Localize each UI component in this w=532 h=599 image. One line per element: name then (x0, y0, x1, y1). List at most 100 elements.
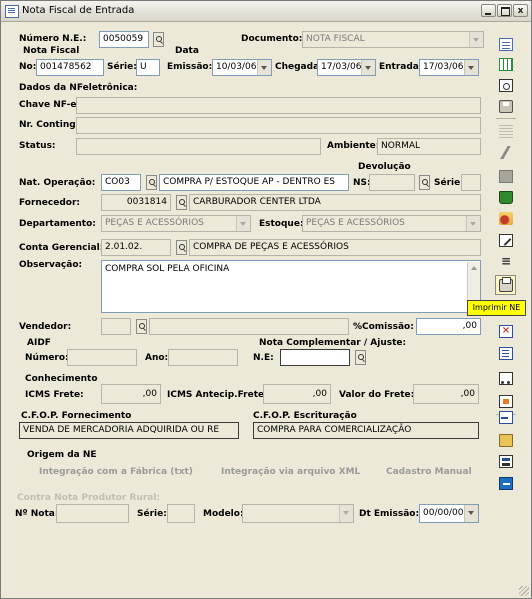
minimize-icon (485, 13, 491, 15)
search-fornecedor-icon[interactable] (176, 195, 187, 210)
ns-field[interactable] (369, 174, 415, 191)
documento-label: Documento: (241, 34, 303, 44)
cfop-fornecimento-label: C.F.O.P. Fornecimento (21, 411, 132, 421)
conta-desc-field[interactable]: COMPRA DE PEÇAS E ACESSÓRIOS (189, 239, 481, 256)
title-bar[interactable]: Nota Fiscal de Entrada x (1, 1, 531, 22)
maximize-button[interactable] (497, 4, 512, 17)
vendedor-code-field[interactable] (101, 318, 131, 335)
conta-code-field[interactable]: 2.01.02. (101, 239, 171, 256)
comissao-field[interactable]: ,00 (416, 318, 481, 335)
filter-button[interactable] (495, 208, 516, 228)
document-x-icon: × (499, 325, 513, 338)
exit-button[interactable] (495, 473, 516, 493)
cfop-fornecimento-field[interactable]: VENDA DE MERCADORIA ADQUIRIDA OU RE (19, 422, 239, 439)
nat-operacao-code-field[interactable]: CO03 (101, 174, 141, 191)
exit-icon (499, 477, 513, 490)
search-ne-icon[interactable] (153, 32, 164, 47)
documento-value: NOTA FISCAL (306, 34, 365, 44)
truck-icon (499, 372, 513, 385)
departamento-select[interactable]: PEÇAS E ACESSÓRIOS (101, 215, 251, 232)
chegada-field[interactable]: 17/03/06 (317, 59, 376, 76)
import-icon (499, 411, 513, 424)
produtor-dt-emissao-value: 00/00/00 (423, 508, 464, 518)
numero-ne-label: Número N.E.: (19, 34, 87, 44)
complementar-ne-field[interactable] (280, 349, 350, 366)
cfop-escrituracao-field[interactable]: COMPRA PARA COMERCIALIZAÇÃO (253, 422, 479, 439)
print-setup-button[interactable] (495, 96, 516, 116)
aidf-section-label: AIDF (27, 338, 51, 348)
fornecedor-code-field[interactable]: 0031814 (101, 194, 171, 211)
valor-frete-field[interactable]: ,00 (413, 384, 479, 404)
produtor-dt-emissao-field[interactable]: 00/00/00 (419, 504, 479, 523)
document-edit-button[interactable] (495, 343, 516, 363)
folder-open-button[interactable] (495, 430, 516, 450)
origem-option-xml[interactable]: Integração via arquivo XML (221, 467, 360, 477)
calculator-button[interactable] (495, 166, 516, 186)
contig-field[interactable] (76, 117, 481, 134)
document-edit-icon (499, 347, 513, 360)
chevron-down-icon (236, 216, 250, 231)
produtor-serie-field[interactable] (167, 504, 195, 523)
estoque-select[interactable]: PEÇAS E ACESSÓRIOS (302, 215, 481, 232)
preview-button[interactable] (495, 75, 516, 95)
serie-field[interactable]: U (136, 59, 160, 76)
calendar-dropdown-icon (464, 60, 478, 75)
nat-operacao-label: Nat. Operação: (19, 178, 96, 188)
chave-field[interactable] (76, 97, 481, 114)
complementar-section-label: Nota Complementar / Ajuste: (259, 338, 407, 348)
observacao-textarea[interactable]: COMPRA SOL PELA OFICINA (101, 260, 481, 313)
delete-button[interactable] (495, 187, 516, 207)
sum-button[interactable]: ≡ (495, 251, 516, 271)
spreadsheet-button[interactable] (495, 54, 516, 74)
emissao-field[interactable]: 10/03/06 (212, 59, 272, 76)
vendedor-name-field[interactable] (149, 318, 349, 335)
contig-label: Nr. Conting.: (19, 120, 83, 130)
scroll-up-icon[interactable] (468, 262, 480, 274)
lightning-button[interactable] (495, 142, 516, 162)
icms-frete-field[interactable]: ,00 (101, 384, 161, 404)
origem-option-manual[interactable]: Cadastro Manual (386, 467, 472, 477)
window-icon (5, 5, 19, 18)
search-conta-icon[interactable] (176, 240, 187, 255)
close-button[interactable]: x (513, 4, 528, 17)
minimize-button[interactable] (481, 4, 496, 17)
ambiente-field[interactable]: NORMAL (377, 138, 481, 155)
no-label: No: (19, 62, 37, 72)
entrada-field[interactable]: 17/03/06 (419, 59, 479, 76)
truck-button[interactable] (495, 368, 516, 388)
lightning-icon (499, 146, 513, 159)
nat-operacao-desc-field[interactable]: COMPRA P/ ESTOQUE AP - DENTRO ES (159, 174, 349, 191)
nota-fiscal-label: Nota Fiscal (23, 46, 80, 56)
database-button[interactable] (495, 451, 516, 471)
sum-icon: ≡ (500, 254, 512, 268)
aidf-numero-field[interactable] (67, 349, 137, 366)
no-field[interactable]: 001478562 (36, 59, 104, 76)
fornecedor-name-field[interactable]: CARBURADOR CENTER LTDA (189, 194, 481, 211)
edit-button[interactable] (495, 230, 516, 250)
produtor-modelo-select[interactable] (242, 504, 354, 523)
document-x-button[interactable]: × (495, 321, 516, 341)
list-icon (499, 125, 513, 138)
search-complementar-icon[interactable] (355, 350, 366, 365)
produtor-nota-field[interactable] (56, 504, 129, 523)
list-button[interactable] (495, 121, 516, 141)
calculator-icon (499, 170, 513, 183)
edit-icon (499, 234, 513, 247)
documento-select[interactable]: NOTA FISCAL (302, 31, 484, 48)
numero-ne-field[interactable]: 0050059 (99, 31, 149, 48)
icms-antecip-field[interactable]: ,00 (263, 384, 331, 404)
status-field[interactable] (76, 138, 321, 155)
devolucao-serie-field[interactable] (461, 174, 481, 191)
search-vendedor-icon[interactable] (136, 319, 147, 334)
print-button[interactable] (495, 275, 516, 295)
import-button[interactable] (495, 407, 516, 427)
aidf-ano-field[interactable] (168, 349, 238, 366)
origem-option-fabrica[interactable]: Integração com a Fábrica (txt) (39, 467, 193, 477)
resize-grip[interactable] (519, 586, 529, 596)
new-document-button[interactable] (495, 34, 516, 54)
search-nat-icon[interactable] (146, 175, 157, 190)
complementar-ne-label: N.E: (253, 353, 274, 363)
estoque-value: PEÇAS E ACESSÓRIOS (306, 218, 405, 228)
search-ns-icon[interactable] (419, 175, 430, 190)
fornecedor-label: Fornecedor: (19, 198, 81, 208)
